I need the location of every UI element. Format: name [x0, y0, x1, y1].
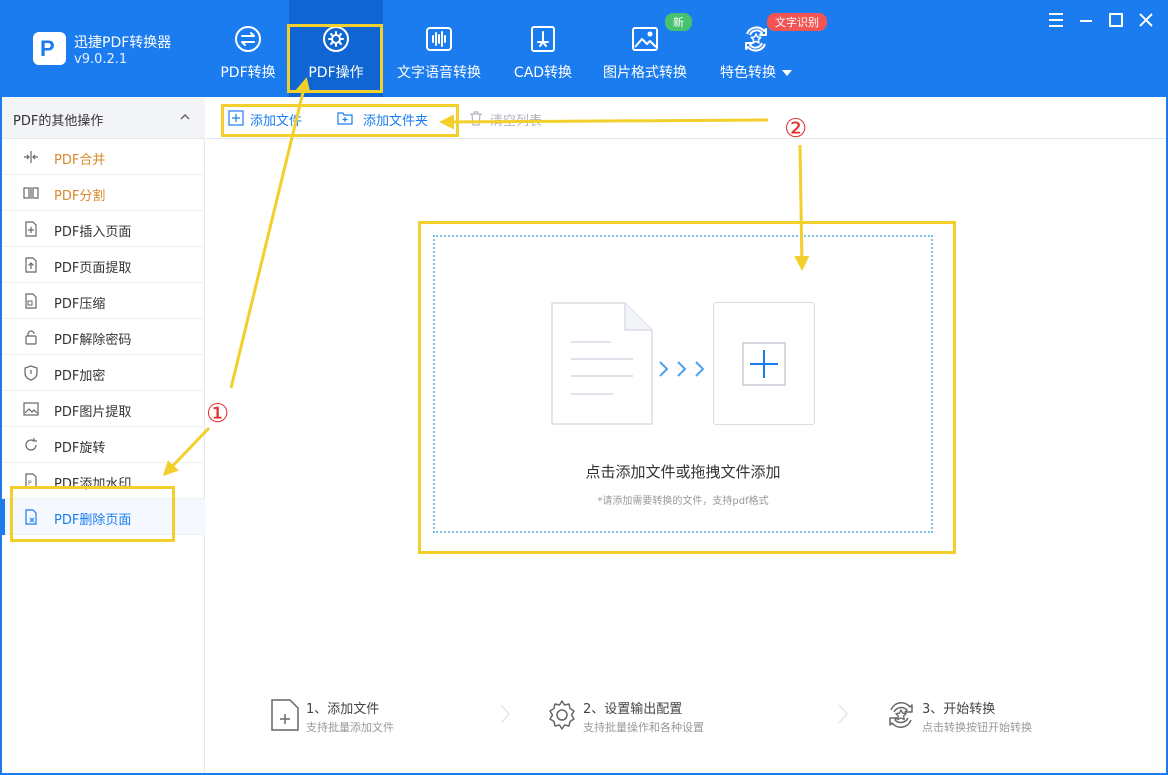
menu-icon[interactable]: [1046, 10, 1066, 30]
arrows-right-icon: [659, 361, 705, 377]
nav-tab-pdf-operation[interactable]: PDF操作: [289, 0, 383, 97]
file-toolbar: 添加文件 添加文件夹 清空列表: [206, 97, 1166, 139]
nav-tab-label: PDF操作: [308, 65, 364, 81]
nav-tab-label: CAD转换: [513, 65, 573, 81]
swap-circle-icon: [235, 26, 261, 52]
step-subtitle: 支持批量操作和各种设置: [583, 721, 704, 734]
close-icon[interactable]: [1136, 10, 1156, 30]
add-file-icon: [228, 110, 244, 126]
sidebar: PDF的其他操作 PDF合并 PDF分割 PDF插入页面 PDF页面提取 PDF…: [2, 97, 205, 773]
sidebar-item-extract-page[interactable]: PDF页面提取: [2, 247, 205, 283]
file-dropzone[interactable]: [433, 235, 933, 533]
app-logo: P: [33, 32, 66, 65]
insert-page-icon: [25, 221, 37, 237]
image-icon: [632, 27, 658, 51]
add-file-card[interactable]: [713, 302, 815, 425]
nav-tab-cad[interactable]: CAD转换: [508, 0, 578, 97]
new-badge: 新: [665, 13, 692, 31]
nav-tab-label: 图片格式转换: [603, 65, 687, 81]
app-name: 迅捷PDF转换器: [74, 35, 172, 51]
step-subtitle: 支持批量添加文件: [306, 721, 394, 734]
gear-icon: [549, 700, 575, 730]
sidebar-header[interactable]: PDF的其他操作: [2, 97, 205, 139]
chevron-right-icon: [838, 704, 849, 724]
app-version: v9.0.2.1: [74, 52, 128, 67]
add-folder-icon: [337, 112, 353, 125]
sidebar-header-title: PDF的其他操作: [13, 114, 104, 129]
merge-icon: [24, 151, 38, 163]
minimize-icon[interactable]: [1076, 10, 1096, 30]
compress-icon: [25, 293, 37, 309]
sidebar-item-unlock[interactable]: PDF解除密码: [2, 319, 205, 355]
app-header: P 迅捷PDF转换器 v9.0.2.1 PDF转换 PDF操作 文字语音转换 C…: [0, 0, 1168, 97]
rotate-icon: [25, 438, 37, 451]
gear-circle-icon: [323, 26, 349, 53]
add-file-button[interactable]: 添加文件: [228, 108, 318, 129]
unlock-icon: [25, 330, 37, 345]
dropzone-subtitle: *请添加需要转换的文件，支持pdf格式: [597, 496, 769, 507]
step-title: 1、添加文件: [306, 702, 380, 717]
delete-page-icon: [25, 509, 37, 525]
svg-text:P: P: [28, 480, 32, 487]
sidebar-item-merge[interactable]: PDF合并: [2, 139, 205, 175]
step-title: 2、设置输出配置: [583, 702, 683, 717]
extract-page-icon: [25, 257, 37, 273]
sidebar-item-encrypt[interactable]: PDF加密: [2, 355, 205, 391]
sidebar-item-label: PDF页面提取: [54, 261, 132, 276]
sidebar-item-watermark[interactable]: P PDF添加水印: [2, 463, 205, 499]
dropzone-title: 点击添加文件或拖拽文件添加: [585, 463, 781, 481]
trash-icon: [470, 111, 482, 126]
image-extract-icon: [23, 402, 39, 416]
plus-icon: [742, 342, 786, 386]
annotation-marker-1: ①: [206, 399, 230, 429]
ocr-badge[interactable]: 文字识别: [767, 13, 827, 31]
nav-tab-label: PDF转换: [220, 65, 276, 81]
star-refresh-icon: [745, 26, 767, 52]
sidebar-item-label: PDF解除密码: [54, 333, 132, 348]
nav-tab-label: 文字语音转换: [397, 65, 481, 81]
sidebar-item-label: PDF加密: [54, 369, 106, 384]
split-icon: [23, 187, 39, 199]
maximize-icon[interactable]: [1106, 10, 1126, 30]
watermark-icon: P: [25, 473, 37, 489]
shield-icon: [24, 365, 38, 381]
add-folder-button[interactable]: 添加文件夹: [337, 108, 442, 129]
annotation-marker-2: ②: [784, 114, 808, 144]
sidebar-item-rotate[interactable]: PDF旋转: [2, 427, 205, 463]
nav-tab-text-speech[interactable]: 文字语音转换: [392, 0, 486, 97]
sidebar-item-label: PDF合并: [54, 153, 106, 168]
step-title: 3、开始转换: [922, 702, 996, 717]
sidebar-item-label: PDF删除页面: [54, 513, 132, 528]
star-refresh-icon: [889, 702, 913, 728]
nav-tab-label: 特色转换: [712, 62, 800, 82]
soundwave-icon: [426, 27, 452, 51]
sidebar-item-label: PDF分割: [54, 189, 106, 204]
sidebar-item-insert-page[interactable]: PDF插入页面: [2, 211, 205, 247]
sidebar-item-label: PDF压缩: [54, 297, 106, 312]
chevron-right-icon: [500, 704, 511, 724]
nav-tab-pdf-convert[interactable]: PDF转换: [212, 0, 284, 97]
sidebar-item-label: PDF插入页面: [54, 225, 132, 240]
sidebar-item-label: PDF添加水印: [54, 477, 132, 492]
clear-list-button[interactable]: 清空列表: [468, 108, 558, 129]
step-subtitle: 点击转换按钮开始转换: [922, 721, 1032, 734]
sidebar-item-label: PDF旋转: [54, 441, 106, 456]
sidebar-item-label: PDF图片提取: [54, 405, 132, 420]
sidebar-item-delete-page[interactable]: PDF删除页面: [2, 499, 205, 535]
cad-icon: [531, 26, 555, 52]
chevron-up-icon: [180, 113, 190, 120]
document-icon: [551, 302, 653, 425]
sidebar-item-split[interactable]: PDF分割: [2, 175, 205, 211]
sidebar-item-image-extract[interactable]: PDF图片提取: [2, 391, 205, 427]
sidebar-item-compress[interactable]: PDF压缩: [2, 283, 205, 319]
chevron-down-icon: [782, 70, 792, 76]
file-plus-icon: [271, 699, 299, 731]
